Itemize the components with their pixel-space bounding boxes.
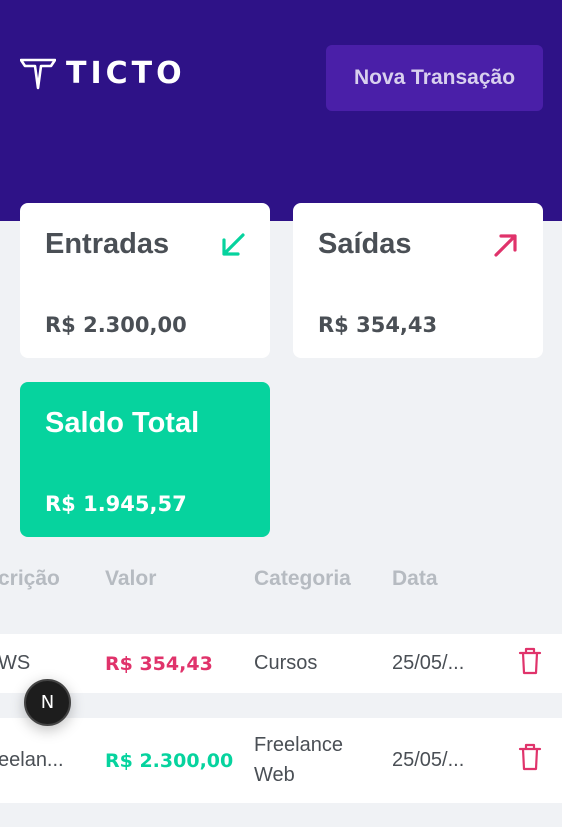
income-title: Entradas	[45, 228, 170, 260]
row-value: R$ 2.300,00	[105, 750, 234, 772]
total-card: Saldo Total R$ 1.945,57	[20, 382, 270, 537]
row-value: R$ 354,43	[105, 653, 213, 675]
brand-logo[interactable]: TICTO	[20, 57, 186, 91]
total-title: Saldo Total	[45, 407, 200, 439]
column-header-date: Data	[392, 567, 438, 590]
arrow-down-left-icon	[222, 233, 245, 256]
table-row: eelan... R$ 2.300,00 Freelance Web 25/05…	[0, 718, 562, 803]
outcome-title: Saídas	[318, 228, 412, 260]
total-amount: R$ 1.945,57	[45, 492, 187, 516]
ticto-logo-icon	[20, 58, 56, 90]
outcome-card: Saídas R$ 354,43	[293, 203, 543, 358]
column-header-value: Valor	[105, 567, 157, 590]
nextjs-indicator-button[interactable]: N	[24, 679, 71, 726]
table-row: WS R$ 354,43 Cursos 25/05/...	[0, 634, 562, 693]
income-amount: R$ 2.300,00	[45, 313, 187, 337]
income-card: Entradas R$ 2.300,00	[20, 203, 270, 358]
row-date: 25/05/...	[392, 749, 465, 771]
trash-icon[interactable]	[517, 742, 543, 772]
header: TICTO Nova Transação	[0, 0, 562, 221]
arrow-up-right-icon	[494, 234, 517, 257]
outcome-amount: R$ 354,43	[318, 313, 438, 337]
row-date: 25/05/...	[392, 652, 465, 674]
row-description: eelan...	[0, 749, 64, 771]
column-header-description: crição	[0, 567, 60, 590]
new-transaction-button[interactable]: Nova Transação	[326, 45, 543, 111]
row-description: WS	[0, 652, 31, 674]
brand-name: TICTO	[66, 56, 186, 91]
trash-icon[interactable]	[517, 646, 543, 676]
row-category: Freelance Web	[254, 734, 343, 786]
row-category: Cursos	[254, 652, 318, 674]
column-header-category: Categoria	[254, 567, 351, 590]
